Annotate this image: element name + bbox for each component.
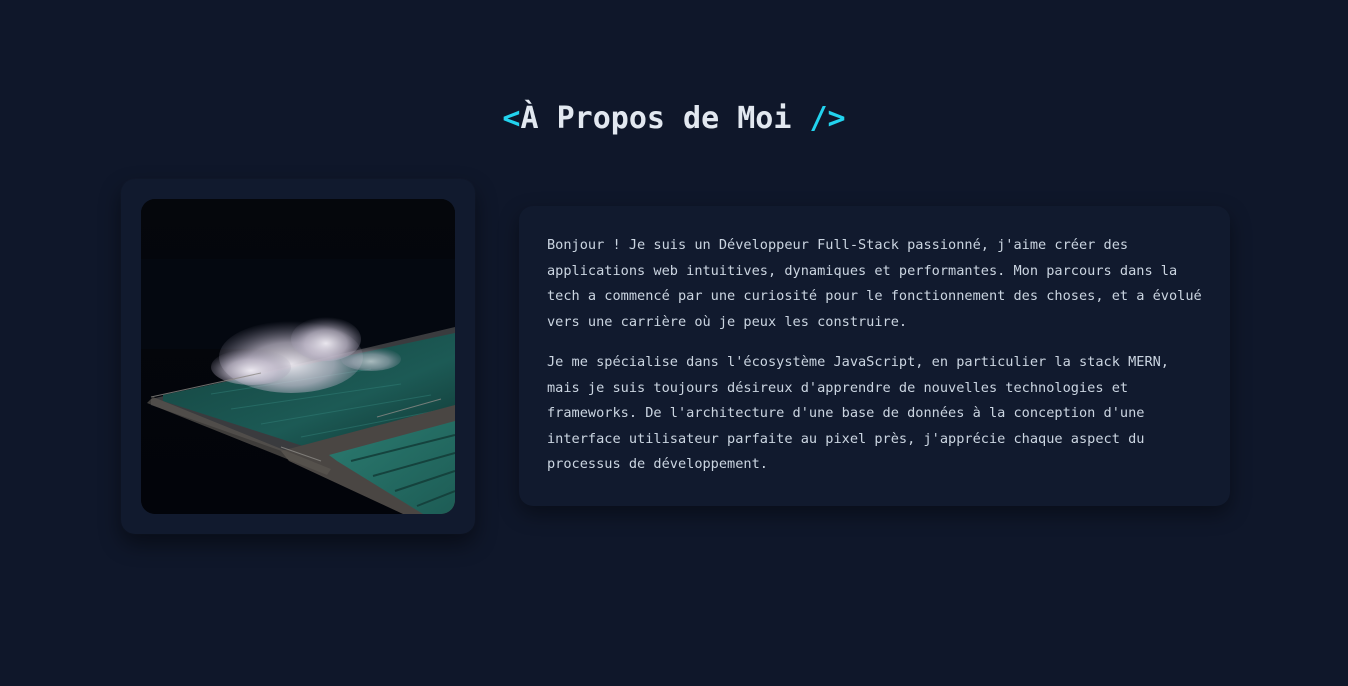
profile-photo [141,199,455,514]
bio-paragraph-1: Bonjour ! Je suis un Développeur Full-St… [547,237,1202,330]
bio-paragraph-2: Je me spécialise dans l'écosystème JavaS… [547,354,1169,473]
about-section: <À Propos de Moi /> Bonjour ! Je suis un… [0,0,1348,686]
section-title: <À Propos de Moi /> [0,100,1348,138]
photo-illustration [141,199,455,514]
title-text: À Propos de Moi [520,101,792,136]
title-open-bracket: < [502,101,521,136]
profile-image-card [121,179,475,534]
title-close-bracket: /> [809,101,846,136]
bio-card: Bonjour ! Je suis un Développeur Full-St… [519,206,1230,506]
